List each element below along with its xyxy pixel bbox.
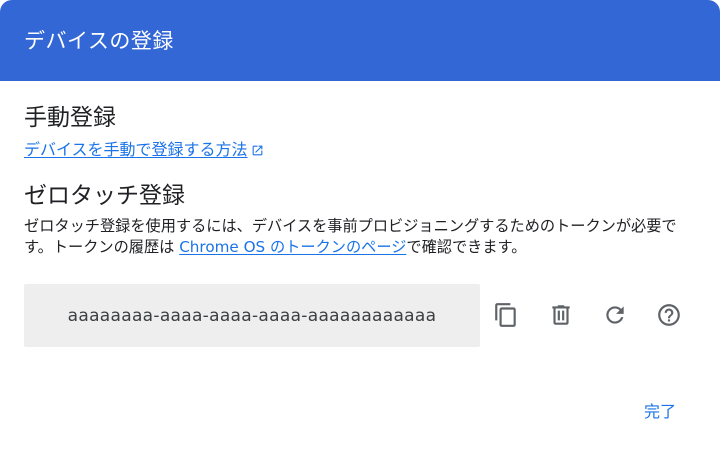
manual-enrollment-link-label: デバイスを手動で登録する方法 <box>24 140 248 159</box>
device-enrollment-dialog: デバイスの登録 手動登録 デバイスを手動で登録する方法 ゼロタッチ登録 ゼロタッ… <box>0 0 720 450</box>
help-button[interactable] <box>654 298 684 332</box>
copy-token-button[interactable] <box>491 298 521 332</box>
token-value: aaaaaaaa-aaaa-aaaa-aaaa-aaaaaaaaaaaa <box>67 305 437 326</box>
delete-token-button[interactable] <box>546 298 576 332</box>
refresh-icon <box>606 306 624 324</box>
dialog-title: デバイスの登録 <box>24 29 174 53</box>
token-field: aaaaaaaa-aaaa-aaaa-aaaa-aaaaaaaaaaaa <box>24 284 480 347</box>
manual-enrollment-help-link[interactable]: デバイスを手動で登録する方法 <box>24 140 264 160</box>
refresh-token-button[interactable] <box>600 298 630 332</box>
zero-touch-description: ゼロタッチ登録を使用するには、デバイスを事前プロビジョニングするためのトークンが… <box>24 216 704 258</box>
help-icon <box>658 304 680 326</box>
manual-enrollment-heading: 手動登録 <box>24 105 116 131</box>
chrome-os-token-page-link[interactable]: Chrome OS のトークンのページ <box>179 238 406 256</box>
done-button[interactable]: 完了 <box>630 398 690 426</box>
delete-icon <box>552 305 570 325</box>
zero-touch-enrollment-heading: ゼロタッチ登録 <box>24 183 185 209</box>
copy-icon <box>495 303 516 327</box>
dialog-header: デバイスの登録 <box>0 0 720 81</box>
description-text-after: で確認できます。 <box>406 238 527 256</box>
open-in-new-icon <box>252 145 262 155</box>
